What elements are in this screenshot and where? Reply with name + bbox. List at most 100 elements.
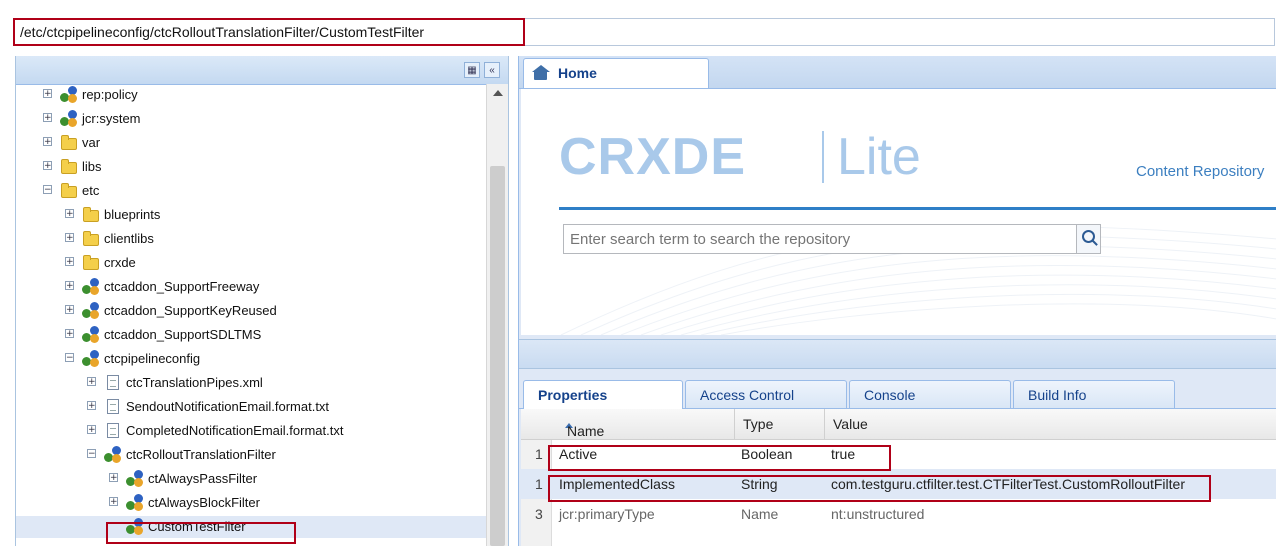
column-name-header[interactable]: Name bbox=[551, 409, 735, 439]
tree-node-label: ctcRolloutTranslationFilter bbox=[126, 447, 276, 462]
tree-panel: ▦ « + rep:policy + jcr:system + var + li… bbox=[15, 56, 509, 546]
tree-node-label: ctcaddon_SupportFreeway bbox=[104, 279, 260, 294]
tree-node-label: etc bbox=[82, 183, 100, 198]
tagline: Content Repository bbox=[1136, 163, 1265, 180]
tab-build-info-label: Build Info bbox=[1028, 387, 1087, 403]
tree-node-label: ctcaddon_SupportSDLTMS bbox=[104, 327, 262, 342]
expand-icon[interactable]: + bbox=[43, 137, 52, 147]
expand-icon[interactable]: + bbox=[65, 209, 74, 219]
node-icon bbox=[104, 446, 122, 463]
column-value-header[interactable]: Value bbox=[825, 409, 1276, 439]
node-icon bbox=[126, 470, 144, 487]
property-row-active[interactable]: 1 Active Boolean true bbox=[521, 439, 1276, 469]
tree-scrollbar[interactable] bbox=[486, 84, 508, 546]
expand-icon[interactable]: + bbox=[65, 233, 74, 243]
expand-icon[interactable]: + bbox=[109, 473, 118, 483]
expand-icon[interactable]: + bbox=[65, 257, 74, 267]
expand-icon[interactable]: + bbox=[65, 305, 74, 315]
tree-node-ctcaddon-supportsdltms[interactable]: + ctcaddon_SupportSDLTMS bbox=[16, 324, 486, 346]
tree-node-label: blueprints bbox=[104, 207, 161, 222]
tree-node-etc[interactable]: − etc bbox=[16, 180, 486, 202]
collapse-icon[interactable]: − bbox=[65, 353, 74, 363]
expand-icon[interactable]: + bbox=[43, 161, 52, 171]
tree-panel-header: ▦ « bbox=[16, 56, 508, 85]
collapse-left-icon[interactable]: « bbox=[484, 62, 500, 78]
tree-node-label: ctAlwaysPassFilter bbox=[148, 471, 258, 486]
tree-node-var[interactable]: + var bbox=[16, 132, 486, 154]
tree-node-rep-policy[interactable]: + rep:policy bbox=[16, 84, 486, 106]
tab-access-control[interactable]: Access Control bbox=[685, 380, 847, 408]
expand-icon[interactable]: + bbox=[65, 329, 74, 339]
tree-node-clientlibs[interactable]: + clientlibs bbox=[16, 228, 486, 250]
tree-node-ctcaddon-supportfreeway[interactable]: + ctcaddon_SupportFreeway bbox=[16, 276, 486, 298]
collapse-icon[interactable]: − bbox=[43, 185, 52, 195]
row-number: 1 bbox=[535, 476, 543, 492]
tree-node-crxde[interactable]: + crxde bbox=[16, 252, 486, 274]
tree-node-label: CustomTestFilter bbox=[148, 519, 246, 534]
expand-icon[interactable]: + bbox=[87, 377, 96, 387]
expand-icon[interactable]: + bbox=[87, 425, 96, 435]
crxde-logo-lite: Lite bbox=[837, 128, 921, 186]
tree-node-ctalwaysblockfilter[interactable]: + ctAlwaysBlockFilter bbox=[16, 492, 486, 514]
tree-node-ctcrollouttranslationfilter[interactable]: − ctcRolloutTranslationFilter bbox=[16, 444, 486, 466]
tree-node-ctcpipelineconfig[interactable]: − ctcpipelineconfig bbox=[16, 348, 486, 370]
scroll-thumb[interactable] bbox=[490, 166, 505, 546]
properties-grid: Name Type Value 1 Active Boolean true 1 … bbox=[521, 409, 1276, 546]
tree-node-ctalwayspassfilter[interactable]: + ctAlwaysPassFilter bbox=[16, 468, 486, 490]
node-icon bbox=[60, 110, 78, 127]
node-icon bbox=[82, 326, 100, 343]
tab-properties[interactable]: Properties bbox=[523, 380, 683, 410]
expand-icon[interactable]: + bbox=[87, 401, 96, 411]
path-input[interactable]: /etc/ctcpipelineconfig/ctcRolloutTransla… bbox=[20, 24, 424, 40]
background-waves bbox=[560, 225, 1276, 335]
tree-node-label: ctcTranslationPipes.xml bbox=[126, 375, 263, 390]
tree-node-completednotification[interactable]: + CompletedNotificationEmail.format.txt bbox=[16, 420, 486, 442]
home-content: CRXDE Lite Content Repository bbox=[521, 89, 1276, 335]
tree-node-libs[interactable]: + libs bbox=[16, 156, 486, 178]
file-icon bbox=[104, 374, 122, 391]
tree-node-label: CompletedNotificationEmail.format.txt bbox=[126, 423, 344, 438]
expand-icon[interactable]: + bbox=[43, 89, 52, 99]
folder-icon bbox=[60, 134, 78, 151]
tab-console[interactable]: Console bbox=[849, 380, 1011, 408]
node-icon bbox=[126, 494, 144, 511]
grid-header: Name Type Value bbox=[521, 409, 1276, 440]
folder-icon bbox=[82, 206, 100, 223]
tab-build-info[interactable]: Build Info bbox=[1013, 380, 1175, 408]
expand-icon[interactable]: + bbox=[65, 281, 74, 291]
tree-node-label: clientlibs bbox=[104, 231, 154, 246]
tree-node-label: ctcaddon_SupportKeyReused bbox=[104, 303, 277, 318]
main-tabstrip: Home bbox=[519, 56, 1276, 89]
tab-home[interactable]: Home bbox=[523, 58, 709, 88]
row-number: 1 bbox=[535, 446, 543, 462]
tree-node-customtestfilter[interactable]: CustomTestFilter bbox=[16, 516, 486, 538]
property-name: ImplementedClass bbox=[559, 476, 675, 492]
repository-search-input[interactable] bbox=[563, 224, 1077, 254]
property-row-primarytype[interactable]: 3 jcr:primaryType Name nt:unstructured bbox=[521, 499, 1276, 529]
tree-node-jcr-system[interactable]: + jcr:system bbox=[16, 108, 486, 130]
tab-properties-label: Properties bbox=[538, 387, 608, 403]
tree-node-label: ctAlwaysBlockFilter bbox=[148, 495, 260, 510]
expand-icon[interactable]: + bbox=[43, 113, 52, 123]
tree-node-ctctranslationpipes[interactable]: + ctcTranslationPipes.xml bbox=[16, 372, 486, 394]
tree-node-blueprints[interactable]: + blueprints bbox=[16, 204, 486, 226]
main-panel: Home CRXDE Lite Content Repository Enter… bbox=[518, 56, 1276, 546]
property-row-implementedclass[interactable]: 1 ImplementedClass String com.testguru.c… bbox=[521, 469, 1276, 499]
search-icon[interactable] bbox=[1077, 224, 1101, 254]
expand-icon[interactable]: + bbox=[109, 497, 118, 507]
tree-refresh-icon[interactable]: ▦ bbox=[464, 62, 480, 78]
property-value: true bbox=[831, 446, 856, 462]
path-bar[interactable]: /etc/ctcpipelineconfig/ctcRolloutTransla… bbox=[13, 18, 1275, 46]
scroll-up-icon[interactable] bbox=[493, 90, 503, 96]
collapse-icon[interactable]: − bbox=[87, 449, 96, 459]
column-type-header[interactable]: Type bbox=[735, 409, 825, 439]
tree-node-sendoutnotification[interactable]: + SendoutNotificationEmail.format.txt bbox=[16, 396, 486, 418]
tree-node-label: var bbox=[82, 135, 101, 150]
property-value: com.testguru.ctfilter.test.CTFilterTest.… bbox=[831, 476, 1185, 492]
panel-splitter[interactable] bbox=[519, 339, 1276, 369]
bottom-panel: Properties Access Control Console Build … bbox=[519, 378, 1276, 546]
node-icon bbox=[82, 350, 100, 367]
crxde-logo: CRXDE bbox=[559, 128, 747, 186]
tree-node-ctcaddon-supportkeyreused[interactable]: + ctcaddon_SupportKeyReused bbox=[16, 300, 486, 322]
property-type: Name bbox=[741, 506, 779, 522]
